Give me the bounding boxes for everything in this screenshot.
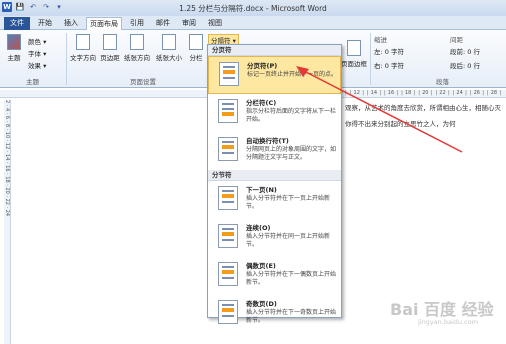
columns-icon: [189, 34, 203, 50]
ribbon-tabs: 文件 开始 插入 页面布局 引用 邮件 审阅 视图: [0, 16, 506, 30]
text-direction-button[interactable]: 文字方向: [68, 34, 98, 62]
text-direction-label: 文字方向: [70, 54, 96, 62]
vertical-ruler[interactable]: 2 · 4 · 6 · 8 · 10 · 12 · 14 · 16 · 18 ·…: [4, 100, 11, 344]
menu-item-odd-page[interactable]: 奇数页(D) 插入分节符并在下一奇数页上开始新节。: [208, 295, 341, 333]
menu-item-title: 分页符(P): [247, 62, 278, 70]
watermark-logo: Bai 百度 经验: [390, 300, 494, 319]
menu-item-desc: 插入分节符并在下一页上开始新节。: [246, 195, 331, 210]
menu-item-continuous[interactable]: 连续(O) 插入分节符并在同一页上开始新节。: [208, 219, 341, 257]
continuous-icon: [218, 224, 238, 248]
menu-item-desc: 标记一页终止并开始下一页的点。: [247, 71, 338, 78]
theme-colors-button[interactable]: 颜色 ▾: [28, 36, 46, 46]
orientation-label: 纸张方向: [124, 54, 150, 62]
menu-item-desc: 插入分节符并在同一页上开始新节。: [246, 233, 331, 248]
tab-review[interactable]: 审阅: [178, 17, 200, 30]
section-breaks-header: 分节符: [208, 170, 341, 181]
menu-item-title: 连续(O): [246, 224, 271, 232]
spacing-after-value: 段后: 0 行: [450, 62, 480, 70]
theme-fonts-button[interactable]: 字体 ▾: [28, 48, 46, 58]
menu-item-title: 自动换行符(T): [246, 137, 289, 145]
even-page-icon: [218, 262, 238, 286]
tab-page-layout[interactable]: 页面布局: [86, 17, 122, 30]
margins-button[interactable]: 页边距: [98, 34, 122, 62]
watermark-url: jingyan.baidu.com: [418, 318, 478, 326]
indent-left-field[interactable]: 左: 0 字符: [374, 46, 404, 56]
tab-file[interactable]: 文件: [4, 17, 30, 30]
separator: [66, 33, 67, 85]
page-borders-label: 页面边框: [341, 60, 367, 68]
next-page-icon: [218, 186, 238, 210]
theme-group-label: 主题: [26, 78, 39, 86]
menu-item-title: 偶数页(E): [246, 262, 276, 270]
menu-item-page-break[interactable]: 分页符(P) 标记一页终止并开始下一页的点。: [208, 56, 341, 94]
menu-item-desc: 分隔网页上的对象周围的文字，如分隔题注文字与正文。: [246, 146, 337, 161]
page-setup-group-label: 页面设置: [130, 78, 156, 86]
menu-item-desc: 插入分节符并在下一奇数页上开始新节。: [246, 309, 337, 324]
spacing-before-value: 段前: 0 行: [450, 48, 480, 56]
tab-insert[interactable]: 插入: [60, 17, 82, 30]
menu-item-desc: 指示分栏符后面的文字将从下一栏开始。: [246, 108, 337, 123]
size-icon: [162, 34, 176, 50]
page-break-icon: [219, 62, 239, 86]
margins-label: 页边距: [100, 54, 120, 62]
separator: [370, 33, 371, 85]
indent-right-field[interactable]: 右: 0 字符: [374, 60, 404, 70]
size-button[interactable]: 纸张大小: [154, 34, 184, 62]
tab-home[interactable]: 开始: [34, 17, 56, 30]
breaks-dropdown-menu: 分页符 分页符(P) 标记一页终止并开始下一页的点。 分栏符(C) 指示分栏符后…: [207, 44, 342, 324]
tab-references[interactable]: 引用: [126, 17, 148, 30]
indent-right-value: 右: 0 字符: [374, 62, 404, 70]
themes-button[interactable]: 主题: [4, 34, 24, 62]
paragraph-group-label: 段落: [436, 78, 449, 86]
menu-item-title: 奇数页(D): [246, 300, 277, 308]
text-direction-icon: [76, 34, 90, 50]
themes-icon: [7, 34, 21, 50]
menu-item-title: 下一页(N): [246, 186, 277, 194]
menu-item-text-wrapping-break[interactable]: 自动换行符(T) 分隔网页上的对象周围的文字，如分隔题注文字与正文。: [208, 132, 341, 170]
orientation-icon: [130, 34, 144, 50]
document-text-line: 你得不出来分别起的立思竹之人，为何: [345, 120, 456, 128]
theme-effects-button[interactable]: 效果 ▾: [28, 60, 46, 70]
margins-icon: [103, 34, 117, 50]
menu-item-column-break[interactable]: 分栏符(C) 指示分栏符后面的文字将从下一栏开始。: [208, 94, 341, 132]
indent-left-value: 左: 0 字符: [374, 48, 404, 56]
odd-page-icon: [218, 300, 238, 324]
spacing-after-field[interactable]: 段后: 0 行: [450, 60, 480, 70]
indent-label: 缩进: [374, 36, 387, 44]
menu-item-even-page[interactable]: 偶数页(E) 插入分节符并在下一偶数页上开始新节。: [208, 257, 341, 295]
menu-item-next-page[interactable]: 下一页(N) 插入分节符并在下一页上开始新节。: [208, 181, 341, 219]
window-title: 1.25 分栏与分隔符.docx - Microsoft Word: [179, 4, 327, 13]
page-breaks-header: 分页符: [208, 45, 341, 56]
page-borders-button[interactable]: 页面边框: [340, 40, 368, 68]
document-text-line: 观察，从艺术的角度去欣赏，所谓相由心生，相随心灭: [345, 104, 501, 112]
size-label: 纸张大小: [156, 54, 182, 62]
spacing-label: 间距: [450, 36, 463, 44]
page-borders-icon: [347, 40, 361, 56]
columns-label: 分栏: [189, 54, 203, 62]
menu-item-desc: 插入分节符并在下一偶数页上开始新节。: [246, 271, 337, 286]
column-break-icon: [218, 99, 238, 123]
menu-item-title: 分栏符(C): [246, 99, 277, 107]
text-wrapping-icon: [218, 137, 238, 161]
columns-button[interactable]: 分栏: [186, 34, 206, 62]
themes-label: 主题: [7, 54, 21, 62]
tab-mailings[interactable]: 邮件: [152, 17, 174, 30]
title-bar: W 💾 ↶ ↷ ▾ 1.25 分栏与分隔符.docx - Microsoft W…: [0, 0, 506, 16]
orientation-button[interactable]: 纸张方向: [122, 34, 152, 62]
tab-view[interactable]: 视图: [204, 17, 226, 30]
spacing-before-field[interactable]: 段前: 0 行: [450, 46, 480, 56]
